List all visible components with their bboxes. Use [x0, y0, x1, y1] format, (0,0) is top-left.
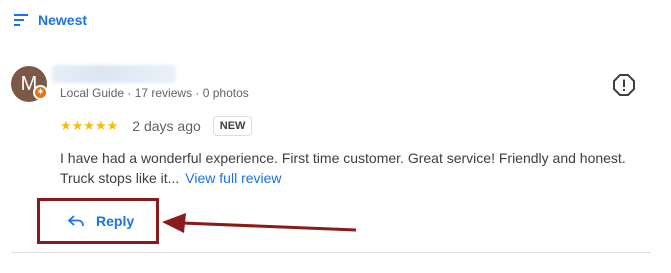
sort-icon — [14, 14, 28, 26]
reviewer-name-redacted[interactable] — [52, 65, 176, 83]
view-full-review-link[interactable]: View full review — [185, 170, 281, 186]
review-body: I have had a wonderful experience. First… — [60, 148, 650, 188]
annotation-arrow — [162, 213, 357, 233]
review-text: I have had a wonderful experience. First… — [60, 150, 626, 186]
sort-label: Newest — [38, 12, 88, 28]
rating-row: ★★★★★ 2 days ago NEW — [60, 116, 253, 136]
sort-button[interactable]: Newest — [14, 12, 87, 28]
star-rating: ★★★★★ — [60, 118, 119, 133]
reviewer-meta: Local Guide · 17 reviews · 0 photos — [60, 86, 249, 100]
new-badge: NEW — [212, 116, 253, 136]
local-guide-badge-icon: ✶ — [33, 85, 48, 100]
review-time: 2 days ago — [132, 118, 201, 134]
report-icon[interactable] — [613, 74, 635, 96]
highlight-box — [37, 198, 159, 244]
divider — [11, 252, 651, 253]
